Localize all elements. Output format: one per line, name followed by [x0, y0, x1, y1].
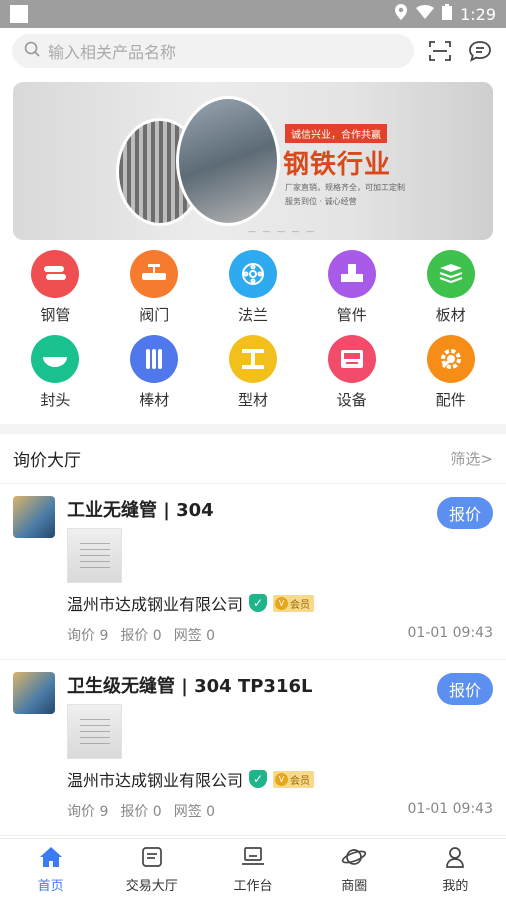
head-icon [31, 335, 80, 383]
banner-line1: 厂家直销，规格齐全，可加工定制 [285, 183, 405, 192]
verified-shield-icon: ✓ [249, 770, 268, 788]
tab-label: 首页 [37, 878, 64, 894]
category-label: 阀门 [139, 306, 170, 324]
laptop-icon [241, 846, 265, 872]
plate-icon [426, 250, 475, 298]
quote-button[interactable]: 报价 [436, 673, 493, 705]
avatar [13, 672, 55, 714]
wrench-gear-icon [426, 335, 475, 383]
category-label: 配件 [435, 391, 466, 409]
tab-label: 商圈 [341, 878, 368, 894]
quote-count: 报价 0 [120, 804, 162, 820]
category-profile[interactable]: 型材 [204, 335, 303, 410]
category-label: 法兰 [237, 306, 268, 324]
category-plate[interactable]: 板材 [401, 250, 500, 325]
banner-line2: 服务到位 · 诚心经营 [285, 197, 357, 206]
tab-label: 我的 [442, 878, 469, 894]
inquiry-hall-header: 询价大厅 筛选> [0, 434, 506, 484]
profile-steel-icon [228, 335, 277, 383]
scan-icon[interactable] [426, 37, 454, 65]
member-badge: V 会员 [273, 770, 315, 788]
verified-shield-icon: ✓ [249, 594, 268, 612]
signed-count: 网签 0 [173, 628, 216, 644]
category-parts[interactable]: 配件 [401, 335, 500, 410]
company-name: 温州市达成钢业有限公司 [67, 595, 244, 614]
category-label: 板材 [435, 306, 466, 324]
category-label: 封头 [40, 391, 71, 409]
inquiry-title: 卫生级无缝管 | 304 TP316L [67, 676, 313, 697]
search-placeholder: 输入相关产品名称 [48, 43, 177, 62]
search-icon [24, 41, 40, 61]
category-head[interactable]: 封头 [6, 335, 105, 410]
filter-link[interactable]: 筛选> [450, 448, 493, 469]
quote-count: 报价 0 [120, 628, 162, 644]
tab-workbench[interactable]: 工作台 [202, 839, 303, 900]
top-bar: 输入相关产品名称 [0, 28, 506, 74]
tab-business-circle[interactable]: 商圈 [304, 839, 405, 900]
carousel-indicator: — — — — — [248, 227, 317, 236]
bar-icon [130, 335, 179, 383]
list-icon [141, 846, 163, 872]
inquiry-date: 01-01 09:43 [407, 801, 493, 817]
company-name: 温州市达成钢业有限公司 [67, 771, 244, 790]
valve-icon [130, 250, 179, 298]
signed-count: 网签 0 [173, 804, 216, 820]
message-icon[interactable] [466, 37, 494, 65]
category-valve[interactable]: 阀门 [105, 250, 204, 325]
home-icon [39, 846, 63, 872]
category-label: 设备 [336, 391, 367, 409]
flange-icon [228, 250, 277, 298]
category-bar[interactable]: 棒材 [105, 335, 204, 410]
inquiry-title: 工业无缝管 | 304 [67, 500, 214, 521]
inquiry-item[interactable]: 卫生级无缝管 | 304 TP316L 温州市达成钢业有限公司 ✓ V 会员 询价… [0, 660, 506, 836]
tab-trading-hall[interactable]: 交易大厅 [101, 839, 202, 900]
fitting-icon [327, 250, 376, 298]
steel-pipe-icon [31, 250, 80, 298]
factory-image [176, 96, 280, 226]
quote-button[interactable]: 报价 [436, 497, 493, 529]
bottom-tab-bar: 首页 交易大厅 工作台 商圈 我的 [0, 838, 506, 900]
search-input[interactable]: 输入相关产品名称 [12, 34, 414, 68]
category-fitting[interactable]: 管件 [302, 250, 401, 325]
battery-icon [442, 4, 453, 24]
tab-home[interactable]: 首页 [0, 839, 101, 900]
notification-icon [10, 5, 28, 23]
promo-banner[interactable]: 诚信兴业，合作共赢 钢铁行业 厂家直销，规格齐全，可加工定制 服务到位 · 诚心… [13, 82, 493, 240]
status-bar: 1:29 [0, 0, 506, 28]
inquiry-attachment-thumbnail[interactable] [67, 704, 122, 759]
banner-title: 钢铁行业 [283, 150, 392, 180]
user-icon [444, 846, 466, 872]
inquiry-count: 询价 9 [67, 804, 109, 820]
category-equipment[interactable]: 设备 [302, 335, 401, 410]
equipment-icon [327, 335, 376, 383]
inquiry-attachment-thumbnail[interactable] [67, 528, 122, 583]
category-label: 棒材 [139, 391, 170, 409]
section-title: 询价大厅 [13, 451, 81, 471]
tab-mine[interactable]: 我的 [405, 839, 506, 900]
planet-icon [341, 846, 367, 872]
member-badge: V 会员 [273, 594, 315, 612]
category-label: 钢管 [40, 306, 71, 324]
category-steel-pipe[interactable]: 钢管 [6, 250, 105, 325]
avatar [13, 496, 55, 538]
tab-label: 交易大厅 [125, 878, 178, 894]
category-label: 管件 [336, 306, 367, 324]
banner-tagline: 诚信兴业，合作共赢 [285, 124, 387, 143]
tab-label: 工作台 [233, 878, 273, 894]
inquiry-item[interactable]: 工业无缝管 | 304 温州市达成钢业有限公司 ✓ V 会员 询价 9 报价 0 … [0, 484, 506, 660]
inquiry-date: 01-01 09:43 [407, 625, 493, 641]
category-label: 型材 [237, 391, 268, 409]
inquiry-count: 询价 9 [67, 628, 109, 644]
category-flange[interactable]: 法兰 [204, 250, 303, 325]
category-grid: 钢管 阀门 法兰 管件 板材 封头 棒材 型材 设备 配件 [0, 240, 506, 410]
section-divider [0, 424, 506, 434]
status-time: 1:29 [460, 4, 496, 24]
wifi-icon [416, 5, 435, 23]
vip-coin-icon: V [275, 596, 289, 610]
vip-coin-icon: V [275, 772, 289, 786]
location-icon [394, 4, 408, 24]
